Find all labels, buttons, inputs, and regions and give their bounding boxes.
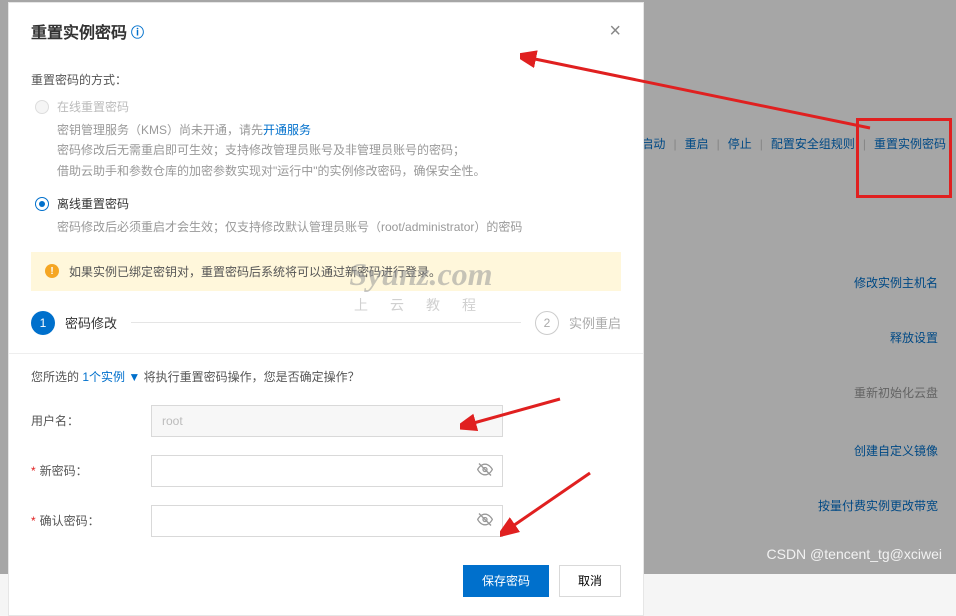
row-username: 用户名： [31,405,621,437]
row-newpwd: 新密码： [31,455,621,487]
step-divider [131,322,521,323]
radio-group: 在线重置密码 密钥管理服务（KMS）尚未开通，请先开通服务 密码修改后无需重启即… [35,98,621,238]
radio-desc-offline: 密码修改后必须重启才会生效；仅支持修改默认管理员账号（root/administ… [57,217,621,237]
cancel-button[interactable]: 取消 [559,565,621,597]
step-num-2: 2 [535,311,559,335]
dialog-title: 重置实例密码 ⓘ [31,19,144,43]
radio-icon-online [35,100,49,114]
reset-password-dialog: 重置实例密码 ⓘ × 重置密码的方式： 在线重置密码 密钥管理服务（KMS）尚未… [8,2,644,616]
radio-title-offline: 离线重置密码 [57,195,129,212]
dialog-footer: 保存密码 取消 [31,555,621,597]
label-username: 用户名： [31,412,151,429]
warning-alert: ! 如果实例已绑定密钥对，重置密码后系统将可以通过新密码进行登录。 [31,252,621,291]
label-confirmpwd: 确认密码： [31,512,151,529]
highlight-box [856,118,952,198]
radio-online[interactable]: 在线重置密码 密钥管理服务（KMS）尚未开通，请先开通服务 密码修改后无需重启即… [35,98,621,181]
label-newpwd: 新密码： [31,462,151,479]
row-confirmpwd: 确认密码： [31,505,621,537]
step-num-1: 1 [31,311,55,335]
method-label: 重置密码的方式： [31,71,621,88]
step-1: 1 密码修改 [31,311,117,335]
new-password-input[interactable] [151,455,503,487]
close-icon[interactable]: × [609,21,621,41]
eye-icon[interactable] [477,511,493,530]
dialog-header: 重置实例密码 ⓘ × [9,3,643,53]
radio-desc-online: 密钥管理服务（KMS）尚未开通，请先开通服务 密码修改后无需重启即可生效；支持修… [57,120,621,181]
step-label-2: 实例重启 [569,313,621,332]
alert-text: 如果实例已绑定密钥对，重置密码后系统将可以通过新密码进行登录。 [69,263,441,280]
radio-offline[interactable]: 离线重置密码 密码修改后必须重启才会生效；仅支持修改默认管理员账号（root/a… [35,195,621,237]
eye-icon[interactable] [477,461,493,480]
help-icon[interactable]: ⓘ [131,22,144,41]
step-label-1: 密码修改 [65,313,117,332]
step-2: 2 实例重启 [535,311,621,335]
confirm-password-input[interactable] [151,505,503,537]
open-service-link[interactable]: 开通服务 [263,123,311,137]
save-button[interactable]: 保存密码 [463,565,549,597]
dialog-body: 重置密码的方式： 在线重置密码 密钥管理服务（KMS）尚未开通，请先开通服务 密… [9,53,643,615]
radio-icon-offline [35,197,49,211]
step-indicator: 1 密码修改 2 实例重启 [31,311,621,335]
confirm-text: 您所选的 1个实例 ▼ 将执行重置密码操作，您是否确定操作？ [31,368,621,385]
radio-title-online: 在线重置密码 [57,98,129,115]
warning-icon: ! [45,264,59,278]
csdn-watermark: CSDN @tencent_tg@xciwei [767,546,943,562]
username-input [151,405,503,437]
instance-count-dropdown[interactable]: 1个实例 ▼ [82,370,140,384]
